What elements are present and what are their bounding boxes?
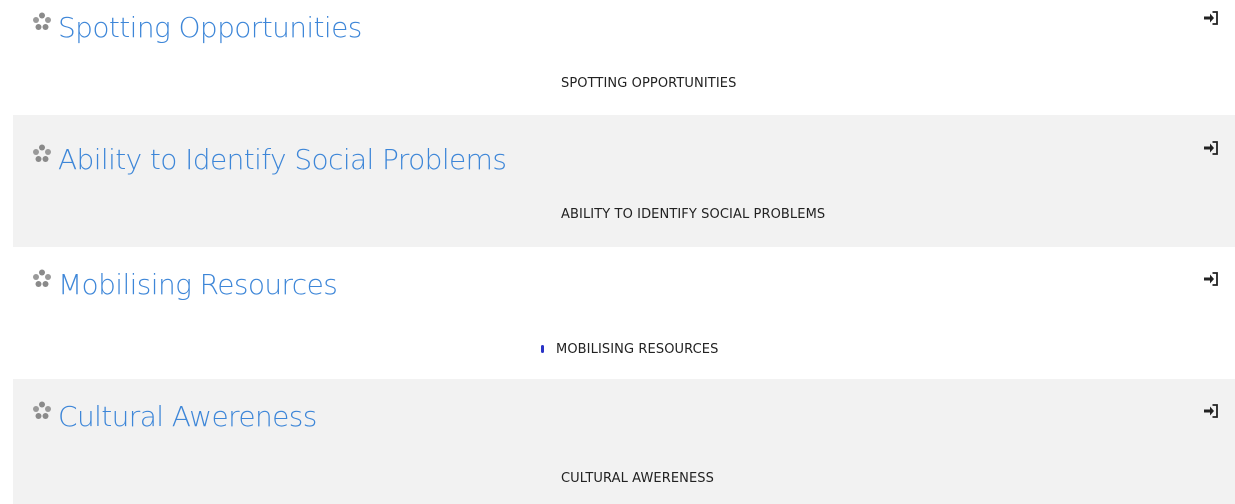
competency-icon bbox=[33, 12, 51, 30]
competency-row-spotting-opportunities: Spotting Opportunities SPOTTING OPPORTUN… bbox=[13, 0, 1235, 115]
competency-row-cultural-awereness: Cultural Awereness CULTURAL AWERENESS bbox=[13, 379, 1235, 504]
row-title[interactable]: Cultural Awereness bbox=[58, 399, 317, 435]
row-title-group[interactable]: Spotting Opportunities bbox=[32, 10, 362, 46]
row-subtitle-text: MOBILISING RESOURCES bbox=[556, 342, 719, 357]
row-title[interactable]: Mobilising Resources bbox=[58, 267, 338, 303]
row-subtitle: SPOTTING OPPORTUNITIES bbox=[561, 76, 737, 91]
row-title-group[interactable]: Ability to Identify Social Problems bbox=[32, 142, 507, 178]
row-title[interactable]: Spotting Opportunities bbox=[58, 10, 362, 46]
enter-icon[interactable] bbox=[1203, 140, 1219, 156]
row-title-group[interactable]: Cultural Awereness bbox=[32, 399, 317, 435]
bullet-marker bbox=[541, 345, 544, 353]
enter-icon[interactable] bbox=[1203, 403, 1219, 419]
competency-list: Spotting Opportunities SPOTTING OPPORTUN… bbox=[13, 0, 1235, 504]
row-title[interactable]: Ability to Identify Social Problems bbox=[58, 142, 507, 178]
competency-icon bbox=[33, 144, 51, 162]
competency-row-ability-to-identify-social-problems: Ability to Identify Social Problems ABIL… bbox=[13, 115, 1235, 247]
row-subtitle: CULTURAL AWERENESS bbox=[561, 471, 715, 486]
competency-icon bbox=[33, 401, 51, 419]
row-subtitle: MOBILISING RESOURCES bbox=[541, 342, 718, 357]
row-subtitle: ABILITY TO IDENTIFY SOCIAL PROBLEMS bbox=[561, 207, 826, 222]
competency-icon bbox=[33, 269, 51, 287]
row-title-group[interactable]: Mobilising Resources bbox=[32, 267, 338, 303]
competency-row-mobilising-resources: Mobilising Resources MOBILISING RESOURCE… bbox=[13, 247, 1235, 379]
enter-icon[interactable] bbox=[1203, 10, 1219, 26]
enter-icon[interactable] bbox=[1203, 271, 1219, 287]
